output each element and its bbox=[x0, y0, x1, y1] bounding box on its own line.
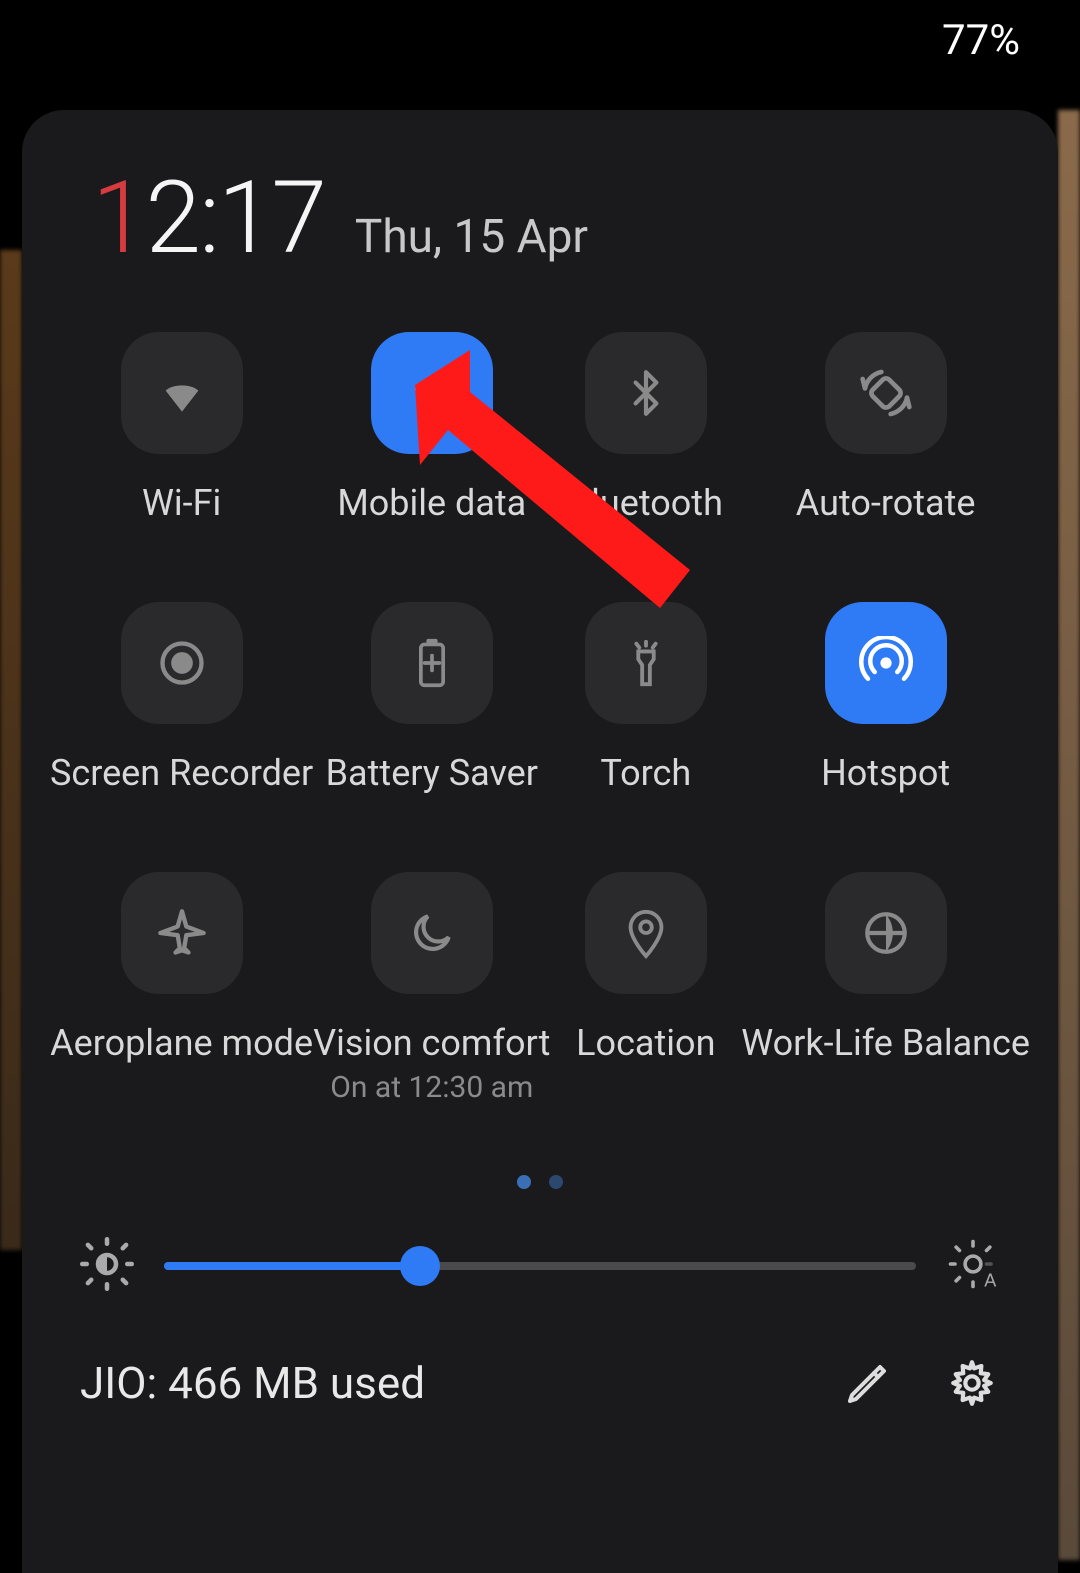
clock-date: Thu, 15 Apr bbox=[355, 210, 588, 264]
edit-tiles-button[interactable] bbox=[840, 1355, 896, 1411]
tile-label: Work-Life Balance bbox=[741, 1022, 1030, 1064]
record-icon bbox=[156, 637, 208, 689]
tile-work-life-balance: Work-Life Balance bbox=[741, 872, 1030, 1105]
torch-toggle[interactable] bbox=[585, 602, 707, 724]
hotspot-icon bbox=[859, 636, 913, 690]
airplane-icon bbox=[156, 907, 208, 959]
brightness-row: A bbox=[22, 1237, 1058, 1295]
tile-bluetooth: Bluetooth bbox=[550, 332, 741, 524]
tile-wifi: Wi-Fi bbox=[50, 332, 313, 524]
screen-recorder-toggle[interactable] bbox=[121, 602, 243, 724]
slider-fill bbox=[164, 1262, 420, 1270]
pencil-icon bbox=[844, 1359, 892, 1407]
tile-sublabel: On at 12:30 am bbox=[330, 1070, 533, 1105]
location-toggle[interactable] bbox=[585, 872, 707, 994]
tile-torch: Torch bbox=[550, 602, 741, 794]
aeroplane-mode-toggle[interactable] bbox=[121, 872, 243, 994]
quick-tiles-grid: Wi-Fi Mobile data Bluetooth bbox=[22, 332, 1058, 1105]
work-life-balance-toggle[interactable] bbox=[825, 872, 947, 994]
battery-percent: 77% bbox=[942, 16, 1020, 65]
wallpaper-edge-left bbox=[0, 250, 22, 1250]
tile-screen-recorder: Screen Recorder bbox=[50, 602, 313, 794]
pager-dot-0 bbox=[517, 1175, 531, 1189]
brightness-auto-icon[interactable]: A bbox=[946, 1237, 1000, 1295]
svg-text:A: A bbox=[984, 1271, 996, 1291]
tile-label: Wi-Fi bbox=[142, 482, 221, 524]
gear-icon bbox=[947, 1358, 997, 1408]
clock-row: 1 2:17 Thu, 15 Apr bbox=[22, 160, 1058, 277]
bluetooth-icon bbox=[621, 368, 671, 418]
clock-hour-accent: 1 bbox=[92, 160, 145, 277]
tile-vision-comfort: Vision comfort On at 12:30 am bbox=[313, 872, 550, 1105]
carrier-usage-text: JIO: 466 MB used bbox=[80, 1357, 840, 1409]
tile-label: Screen Recorder bbox=[50, 752, 313, 794]
vision-comfort-toggle[interactable] bbox=[371, 872, 493, 994]
wifi-icon bbox=[154, 365, 210, 421]
torch-icon bbox=[622, 636, 670, 690]
tile-hotspot: Hotspot bbox=[741, 602, 1030, 794]
tile-label: Torch bbox=[600, 752, 691, 794]
wifi-toggle[interactable] bbox=[121, 332, 243, 454]
location-icon bbox=[622, 906, 670, 960]
tile-location: Location bbox=[550, 872, 741, 1105]
tile-label: Auto-rotate bbox=[796, 482, 976, 524]
tile-aeroplane-mode: Aeroplane mode bbox=[50, 872, 313, 1105]
tile-label: Hotspot bbox=[821, 752, 950, 794]
tile-label: Vision comfort bbox=[313, 1022, 550, 1064]
mobile-data-icon bbox=[407, 368, 457, 418]
page-indicator bbox=[22, 1175, 1058, 1189]
battery-saver-icon bbox=[409, 637, 455, 689]
auto-rotate-icon bbox=[858, 365, 914, 421]
tile-battery-saver: Battery Saver bbox=[313, 602, 550, 794]
tile-label: Mobile data bbox=[337, 482, 526, 524]
wallpaper-edge-right bbox=[1058, 110, 1080, 1560]
status-bar: 77% bbox=[0, 0, 1080, 80]
globe-icon bbox=[861, 908, 911, 958]
auto-rotate-toggle[interactable] bbox=[825, 332, 947, 454]
pager-dot-1 bbox=[549, 1175, 563, 1189]
tile-mobile-data: Mobile data bbox=[313, 332, 550, 524]
slider-thumb[interactable] bbox=[400, 1246, 440, 1286]
moon-icon bbox=[407, 908, 457, 958]
mobile-data-toggle[interactable] bbox=[371, 332, 493, 454]
bluetooth-toggle[interactable] bbox=[585, 332, 707, 454]
quick-settings-panel: 1 2:17 Thu, 15 Apr Wi-Fi Mobile data bbox=[22, 110, 1058, 1573]
clock-time-rest: 2:17 bbox=[145, 160, 324, 277]
hotspot-toggle[interactable] bbox=[825, 602, 947, 724]
brightness-icon bbox=[80, 1237, 134, 1295]
tile-label: Location bbox=[576, 1022, 715, 1064]
tile-auto-rotate: Auto-rotate bbox=[741, 332, 1030, 524]
battery-saver-toggle[interactable] bbox=[371, 602, 493, 724]
tile-label: Bluetooth bbox=[569, 482, 723, 524]
brightness-slider[interactable] bbox=[164, 1246, 916, 1286]
tile-label: Battery Saver bbox=[326, 752, 538, 794]
panel-footer: JIO: 466 MB used bbox=[22, 1355, 1058, 1411]
tile-label: Aeroplane mode bbox=[50, 1022, 313, 1064]
settings-button[interactable] bbox=[944, 1355, 1000, 1411]
